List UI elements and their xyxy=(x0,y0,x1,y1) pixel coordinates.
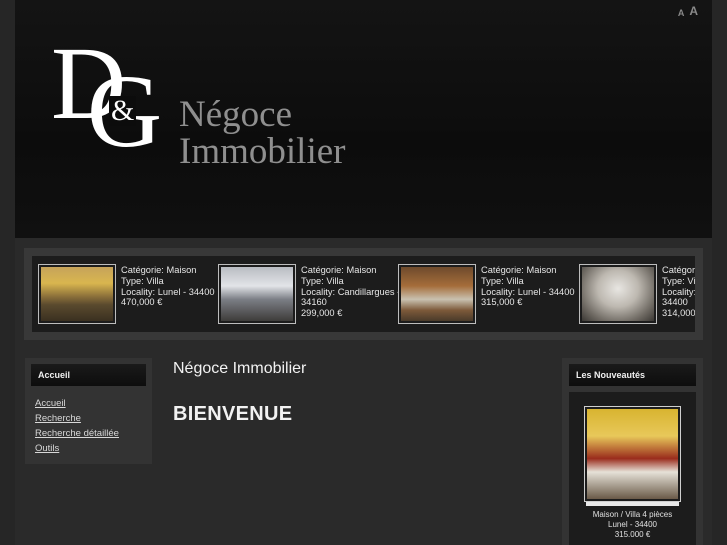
font-increase-button[interactable]: A xyxy=(689,4,698,18)
menu-link-outils[interactable]: Outils xyxy=(35,443,59,454)
site-header: A A D G & Négoce Immobilier xyxy=(15,0,712,238)
logo-text-line-2: Immobilier xyxy=(179,131,346,172)
site-logo[interactable]: D G & Négoce Immobilier xyxy=(51,26,381,172)
property-locality-zip: 34400 xyxy=(662,297,688,308)
welcome-heading: BIENVENUE xyxy=(173,403,293,425)
carousel-item[interactable]: Catégorie: Maison Type: Villa Locality: … xyxy=(394,256,575,332)
property-price: 314,000 xyxy=(662,308,695,319)
property-price: 470,000 € xyxy=(121,297,163,308)
menu-link-recherche-detaillee[interactable]: Recherche détaillée xyxy=(35,428,119,439)
property-thumbnail[interactable] xyxy=(398,264,476,324)
property-locality-zip: 34160 xyxy=(301,297,327,308)
carousel-item[interactable]: Catégorie: Maison Type: Villa Locality: … xyxy=(34,256,215,332)
logo-wordmark: Négoce Immobilier xyxy=(179,96,345,170)
property-locality: Locality: Candillargues - xyxy=(301,286,401,297)
logo-monogram: D G & xyxy=(51,26,162,164)
property-carousel: Catégorie: Maison Type: Villa Locality: … xyxy=(32,256,695,332)
property-info: Catégorie: Maison Type: Villa Locality: … xyxy=(481,265,575,308)
property-locality: Locality: Lunel - 34400 xyxy=(481,286,575,297)
property-thumbnail[interactable] xyxy=(218,264,296,324)
font-decrease-button[interactable]: A xyxy=(678,8,685,18)
property-info: Catégori Type: Vil Locality: 34400 314,0… xyxy=(662,265,695,319)
left-menu-box: Accueil Accueil Recherche Recherche déta… xyxy=(25,358,152,464)
carousel-item[interactable]: Catégorie: Maison Type: Villa Locality: … xyxy=(214,256,400,332)
property-type: Type: Villa xyxy=(481,275,524,286)
page-title: Négoce Immobilier xyxy=(173,360,307,377)
property-categorie: Catégorie: Maison xyxy=(121,265,197,275)
nouveaute-info: Maison / Villa 4 pièces Lunel - 34400 31… xyxy=(569,510,696,540)
property-locality: Locality: xyxy=(662,286,695,297)
carousel-item[interactable]: Catégori Type: Vil Locality: 34400 314,0… xyxy=(575,256,695,332)
thumbnail-caption-bar xyxy=(586,502,679,506)
property-info: Catégorie: Maison Type: Villa Locality: … xyxy=(301,265,400,319)
nouveaute-locality: Lunel - 34400 xyxy=(608,520,657,529)
nouveaute-thumbnail[interactable] xyxy=(584,406,681,502)
property-info: Catégorie: Maison Type: Villa Locality: … xyxy=(121,265,215,308)
menu-link-recherche[interactable]: Recherche xyxy=(35,413,81,424)
nouveaute-price: 315.000 € xyxy=(614,530,651,539)
property-type: Type: Villa xyxy=(301,275,344,286)
property-categorie: Catégorie: Maison xyxy=(481,265,557,275)
property-type: Type: Vil xyxy=(662,275,695,286)
property-price: 299,000 € xyxy=(301,308,343,319)
nouveautes-title: Les Nouveautés xyxy=(569,364,696,386)
property-locality: Locality: Lunel - 34400 xyxy=(121,286,215,297)
property-thumbnail[interactable] xyxy=(579,264,657,324)
property-categorie: Catégori xyxy=(662,265,695,275)
property-thumbnail[interactable] xyxy=(38,264,116,324)
font-size-tools: A A xyxy=(678,4,698,18)
logo-text-line-1: Négoce xyxy=(179,94,292,135)
nouveautes-box: Les Nouveautés Maison / Villa 4 pièces L… xyxy=(562,358,703,545)
page-container: A A D G & Négoce Immobilier Catégorie: M… xyxy=(15,0,712,545)
left-menu-title: Accueil xyxy=(31,364,146,386)
property-type: Type: Villa xyxy=(121,275,164,286)
nouveaute-type: Maison / Villa 4 pièces xyxy=(592,510,673,519)
property-categorie: Catégorie: Maison xyxy=(301,265,377,275)
nouveautes-item[interactable]: Maison / Villa 4 pièces Lunel - 34400 31… xyxy=(569,392,696,545)
left-menu-list: Accueil Recherche Recherche détaillée Ou… xyxy=(35,396,119,456)
property-price: 315,000 € xyxy=(481,297,523,308)
menu-link-accueil[interactable]: Accueil xyxy=(35,398,66,409)
